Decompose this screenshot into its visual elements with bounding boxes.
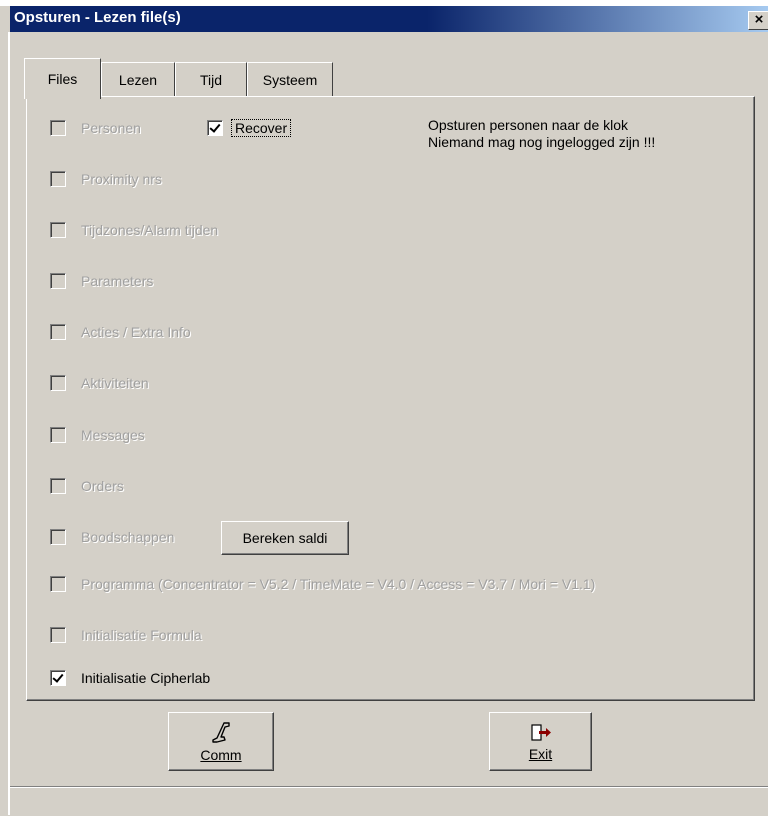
checkbox-box[interactable]	[50, 670, 66, 686]
tab-files-label: Files	[47, 71, 78, 87]
close-button[interactable]: ×	[748, 11, 768, 30]
checkbox-box[interactable]	[50, 120, 66, 136]
checkbox-programma[interactable]: Programma (Concentrator = V5.2 / TimeMat…	[50, 573, 595, 595]
comm-button-label: Comm	[200, 746, 242, 763]
info-message-line-2: Niemand mag nog ingelogged zijn !!!	[428, 134, 656, 150]
phone-handset-icon	[212, 721, 230, 743]
tab-files[interactable]: Files	[24, 58, 101, 99]
checkbox-box[interactable]	[50, 273, 66, 289]
checkbox-label: Initialisatie Cipherlab	[81, 670, 211, 686]
bereken-saldi-label: Bereken saldi	[242, 530, 328, 546]
checkbox-recover[interactable]: Recover	[207, 117, 292, 139]
checkbox-messages[interactable]: Messages	[50, 424, 145, 446]
exit-button[interactable]: Exit	[489, 712, 592, 771]
checkbox-box[interactable]	[50, 478, 66, 494]
checkbox-box[interactable]	[50, 427, 66, 443]
tab-lezen[interactable]: Lezen	[101, 62, 175, 97]
checkbox-box[interactable]	[50, 324, 66, 340]
checkbox-label: Initialisatie Formula	[81, 627, 202, 643]
tab-systeem-label: Systeem	[262, 72, 318, 88]
checkbox-tijdzones[interactable]: Tijdzones/Alarm tijden	[50, 219, 218, 241]
checkbox-label: Aktiviteiten	[81, 375, 149, 391]
exit-door-icon	[530, 723, 551, 741]
checkbox-aktiviteiten[interactable]: Aktiviteiten	[50, 372, 149, 394]
checkbox-label: Boodschappen	[81, 529, 175, 545]
title-bar[interactable]: Opsturen - Lezen file(s) ×	[10, 6, 768, 32]
tab-systeem[interactable]: Systeem	[247, 62, 333, 97]
checkbox-label: Parameters	[81, 273, 154, 289]
checkbox-orders[interactable]: Orders	[50, 475, 124, 497]
checkbox-box[interactable]	[50, 222, 66, 238]
checkbox-label: Programma (Concentrator = V5.2 / TimeMat…	[81, 576, 596, 592]
checkbox-personen[interactable]: Personen	[50, 117, 141, 139]
checkbox-label: Proximity nrs	[81, 171, 162, 187]
exit-button-label: Exit	[528, 745, 553, 762]
checkbox-initialisatie-cipherlab[interactable]: Initialisatie Cipherlab	[50, 667, 210, 689]
info-message: Opsturen personen naar de klok Niemand m…	[428, 117, 728, 151]
files-tab-panel: Personen Recover Proximity nrs Tijdzones…	[26, 96, 755, 701]
checkbox-label: Acties / Extra Info	[81, 324, 191, 340]
comm-button[interactable]: Comm	[168, 712, 274, 771]
window-left-edge	[8, 32, 10, 815]
checkbox-boodschappen[interactable]: Boodschappen	[50, 526, 174, 548]
checkbox-label: Orders	[81, 478, 124, 494]
checkbox-proximity[interactable]: Proximity nrs	[50, 168, 162, 190]
tab-tijd-label: Tijd	[199, 72, 223, 88]
checkbox-label: Personen	[81, 120, 141, 136]
checkbox-box[interactable]	[50, 576, 66, 592]
window-title: Opsturen - Lezen file(s)	[14, 9, 181, 26]
status-bar	[10, 786, 768, 816]
checkbox-box[interactable]	[50, 171, 66, 187]
checkbox-label: Messages	[81, 427, 145, 443]
checkbox-initialisatie-formula[interactable]: Initialisatie Formula	[50, 624, 202, 646]
checkbox-label: Recover	[231, 119, 292, 137]
bereken-saldi-button[interactable]: Bereken saldi	[221, 521, 349, 555]
tab-tijd[interactable]: Tijd	[175, 62, 247, 97]
checkbox-label: Tijdzones/Alarm tijden	[81, 222, 219, 238]
checkbox-box[interactable]	[50, 627, 66, 643]
checkbox-box[interactable]	[50, 375, 66, 391]
close-icon: ×	[754, 11, 764, 28]
checkbox-parameters[interactable]: Parameters	[50, 270, 153, 292]
checkbox-box[interactable]	[50, 529, 66, 545]
tab-lezen-label: Lezen	[118, 72, 158, 88]
checkbox-acties[interactable]: Acties / Extra Info	[50, 321, 191, 343]
checkbox-box[interactable]	[207, 120, 223, 136]
info-message-line-1: Opsturen personen naar de klok	[428, 117, 629, 133]
